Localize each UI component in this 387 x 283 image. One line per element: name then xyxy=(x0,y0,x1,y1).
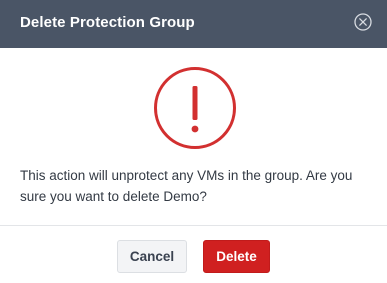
confirmation-message: This action will unprotect any VMs in th… xyxy=(20,168,353,204)
dialog-title: Delete Protection Group xyxy=(20,14,195,31)
delete-button[interactable]: Delete xyxy=(203,240,270,273)
delete-protection-group-dialog: Delete Protection Group This action will… xyxy=(0,0,387,283)
footer-divider xyxy=(0,225,387,226)
close-icon[interactable] xyxy=(353,12,373,32)
dialog-header: Delete Protection Group xyxy=(0,0,387,48)
cancel-button[interactable]: Cancel xyxy=(117,240,187,273)
warning-exclamation-icon xyxy=(153,66,237,150)
